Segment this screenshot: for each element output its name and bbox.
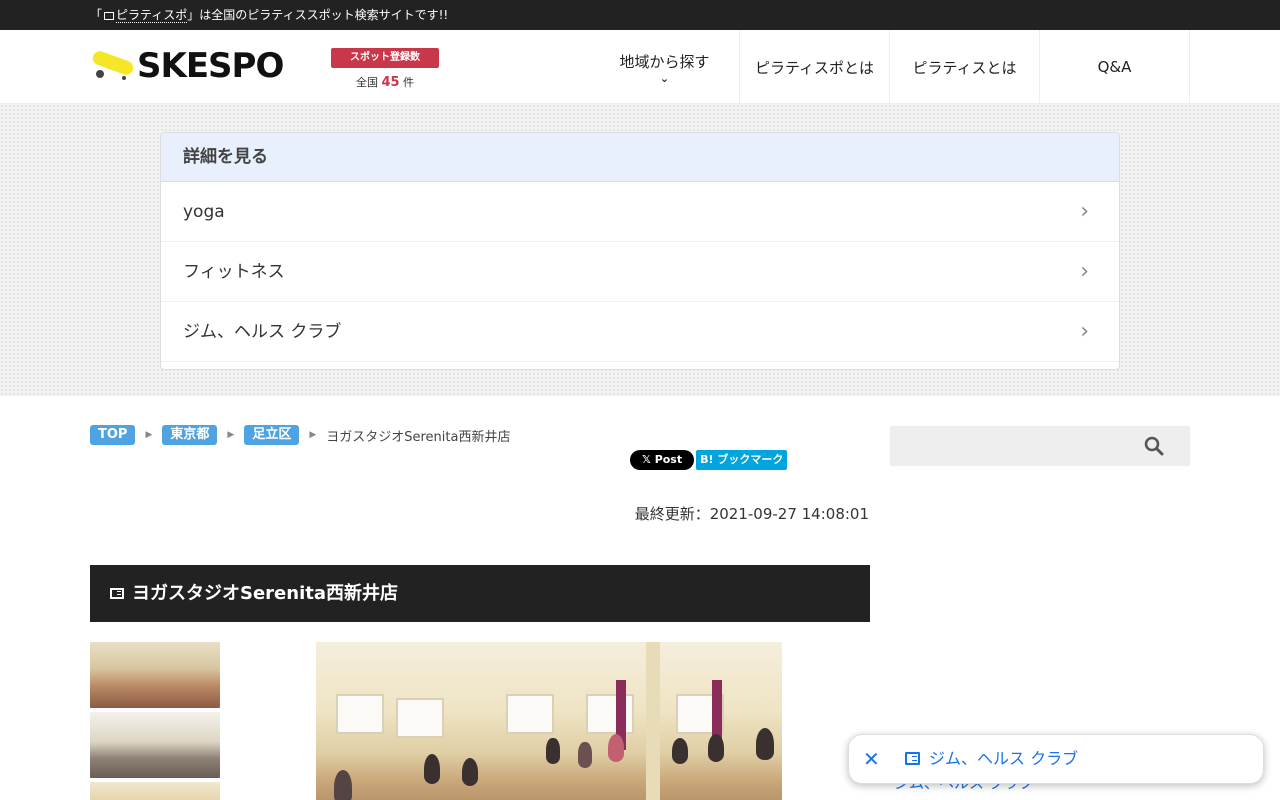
breadcrumb-current: ヨガスタジオSerenita西新井店 [326, 429, 511, 445]
spot-count-suffix: 件 [403, 76, 415, 89]
photo-person [462, 758, 478, 786]
breadcrumb-separator-icon: ▶ [145, 430, 153, 440]
photo-person [672, 738, 688, 764]
nav-item-label: ピラティスポとは [754, 58, 875, 77]
details-item-yoga[interactable]: yoga › [161, 182, 1119, 242]
spot-count: 全国 45 件 [331, 74, 439, 90]
floating-chip-label: ジム、ヘルス クラブ [929, 749, 1079, 768]
x-post-button[interactable]: 𝕏 Post [630, 450, 695, 470]
post-title: ヨガスタジオSerenita西新井店 [132, 583, 398, 604]
search-input[interactable] [890, 426, 1190, 466]
photo-window [336, 694, 384, 734]
tagline-brand-link[interactable]: ピラティスポ [116, 8, 188, 23]
photo-person [334, 770, 352, 800]
gallery-thumbnail[interactable] [90, 642, 220, 708]
site-tagline-bar: 「ピラティスポ」は全国のピラティススポット検索サイトです!! [0, 0, 1280, 30]
nav-item-faq[interactable]: Q&A [1040, 30, 1190, 104]
chevron-down-icon: ⌄ [659, 71, 670, 85]
photo-person [756, 728, 774, 760]
photo-window [396, 698, 444, 738]
photo-pillar [646, 642, 660, 800]
search-icon[interactable] [1144, 436, 1164, 456]
details-panel: 詳細を見る yoga › フィットネス › ジム、ヘルス クラブ › [160, 132, 1120, 370]
breadcrumb-tokyo[interactable]: 東京都 [162, 425, 218, 445]
photo-person [578, 742, 592, 768]
document-icon [110, 588, 124, 599]
spot-count-number: 45 [381, 75, 400, 90]
breadcrumb-separator-icon: ▶ [309, 430, 317, 440]
skateboard-logo-icon [92, 51, 134, 80]
site-header: SKESPO スポット登録数 全国 45 件 地域から探す ⌄ ピラティスポとは… [0, 30, 1280, 104]
details-item-label: フィットネス [183, 262, 285, 282]
main-studio-photo [316, 642, 782, 800]
photo-person [608, 734, 624, 762]
photo-person [424, 754, 440, 784]
nav-item-about-site[interactable]: ピラティスポとは [740, 30, 890, 104]
nav-item-label: Q&A [1097, 58, 1132, 76]
nav-item-label: ピラティスとは [912, 58, 1017, 77]
breadcrumb: TOP ▶ 東京都 ▶ 足立区 ▶ ヨガスタジオSerenita西新井店 [90, 425, 510, 445]
gallery-thumbnail[interactable] [90, 712, 220, 778]
photo-person [708, 734, 724, 762]
hatena-bookmark-button[interactable]: B! ブックマーク [696, 450, 788, 470]
spot-count-ribbon: スポット登録数 [331, 48, 439, 68]
share-buttons: 𝕏 Post B! ブックマーク [630, 450, 788, 470]
hero-section: 詳細を見る yoga › フィットネス › ジム、ヘルス クラブ › [0, 104, 1280, 396]
floating-category-chip[interactable]: ✕ ジム、ヘルス クラブ [848, 734, 1264, 784]
document-icon [104, 12, 115, 20]
details-item-label: ジム、ヘルス クラブ [183, 322, 342, 342]
logo-wordmark: SKESPO [137, 46, 284, 86]
nav-item-search-by-region[interactable]: 地域から探す ⌄ [590, 30, 740, 104]
details-heading: 詳細を見る [161, 133, 1119, 182]
chevron-right-icon: › [1080, 199, 1089, 224]
details-item-gym[interactable]: ジム、ヘルス クラブ › [161, 302, 1119, 362]
spot-count-prefix: 全国 [355, 76, 378, 89]
close-icon[interactable]: ✕ [863, 747, 880, 771]
post-title-bar: ヨガスタジオSerenita西新井店 [90, 565, 870, 622]
breadcrumb-separator-icon: ▶ [227, 430, 235, 440]
photo-window [586, 694, 634, 734]
nav-item-about-pilates[interactable]: ピラティスとは [890, 30, 1040, 104]
nav-item-label: 地域から探す [619, 52, 710, 71]
document-icon [905, 752, 920, 765]
chevron-right-icon: › [1080, 259, 1089, 284]
photo-person [546, 738, 560, 764]
photo-window [506, 694, 554, 734]
chevron-right-icon: › [1080, 319, 1089, 344]
tagline-message: 」は全国のピラティススポット検索サイトです!! [187, 8, 449, 22]
details-item-label: yoga [183, 202, 225, 222]
main-nav: 地域から探す ⌄ ピラティスポとは ピラティスとは Q&A [590, 30, 1190, 104]
breadcrumb-adachi[interactable]: 足立区 [244, 425, 300, 445]
site-logo[interactable]: SKESPO スポット登録数 全国 45 件 [90, 44, 450, 94]
tagline-open-quote: 「 [90, 8, 103, 22]
last-updated: 最終更新：2021-09-27 14:08:01 [634, 505, 869, 523]
gallery-thumbnail[interactable] [90, 782, 220, 800]
details-item-fitness[interactable]: フィットネス › [161, 242, 1119, 302]
breadcrumb-top[interactable]: TOP [90, 425, 136, 445]
